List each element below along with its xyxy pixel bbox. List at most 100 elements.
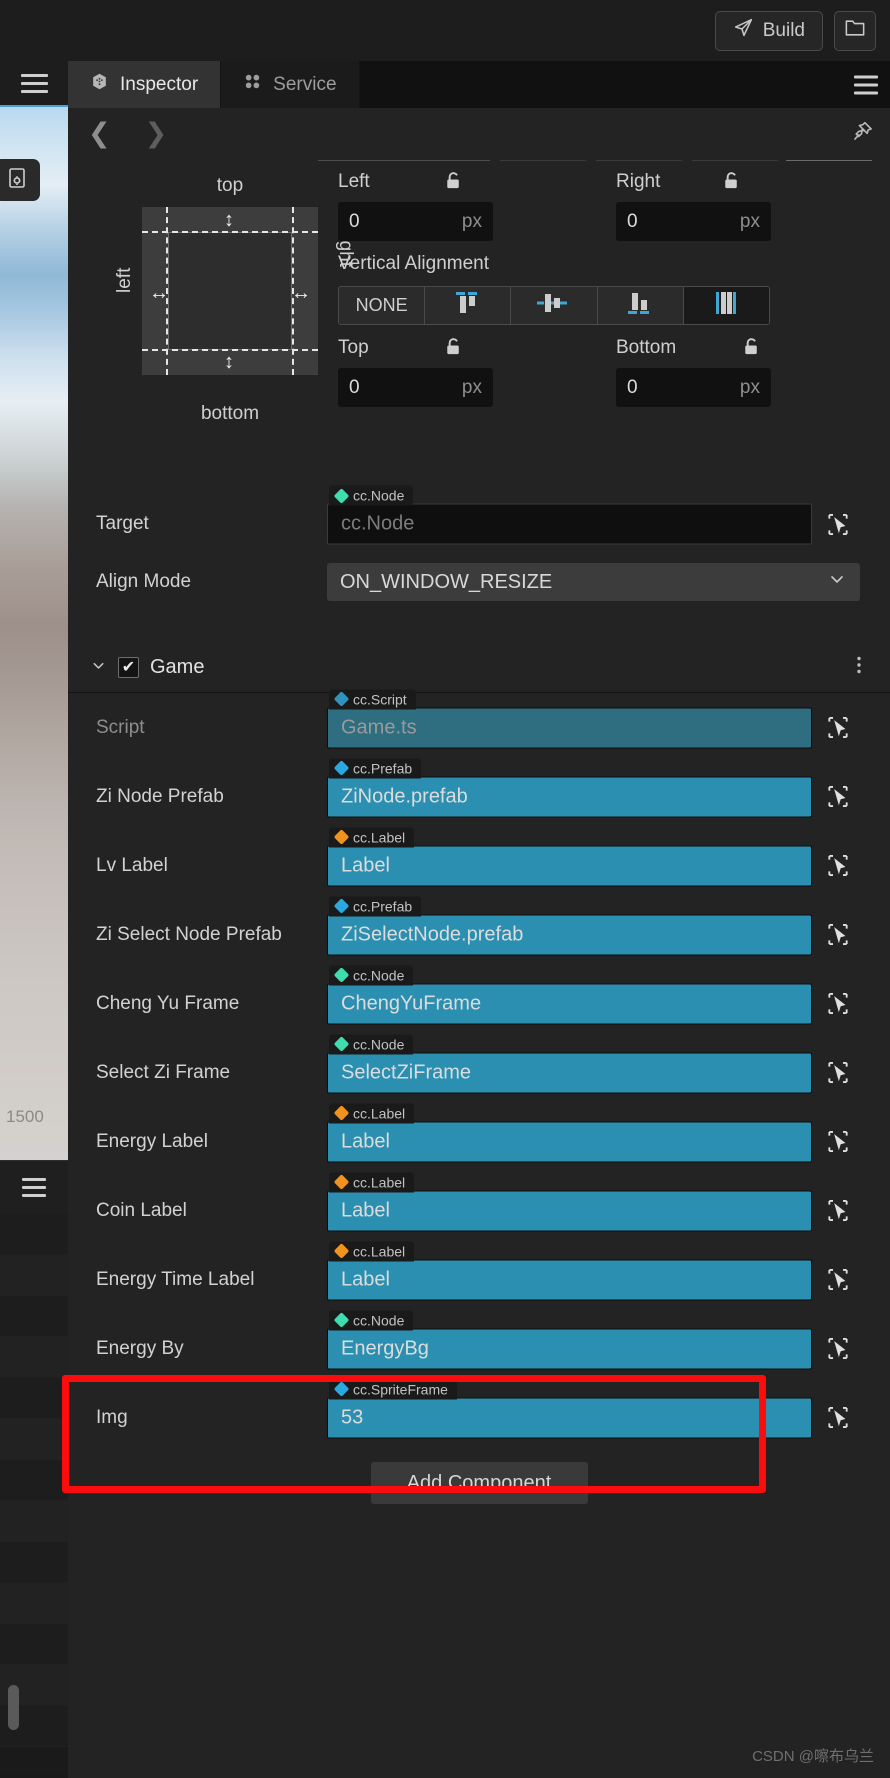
asset-type-label: cc.SpriteFrame <box>353 1381 448 1397</box>
chevron-left-icon[interactable]: ❮ <box>88 120 111 147</box>
chevron-down-icon[interactable] <box>90 657 107 679</box>
list-item[interactable] <box>0 1501 68 1542</box>
alignment-diagram: top bottom left right ↕ ↕ ↔ ↔ <box>110 175 356 425</box>
asset-reference-field[interactable]: cc.Node ChengYuFrame <box>327 965 860 1024</box>
asset-type-badge: cc.Label <box>329 1103 415 1123</box>
unlock-icon[interactable] <box>740 335 763 363</box>
asset-reference-field[interactable]: cc.SpriteFrame 53 <box>327 1379 860 1438</box>
locate-asset-button[interactable] <box>816 1328 860 1369</box>
locate-asset-button[interactable] <box>816 983 860 1024</box>
locate-asset-button[interactable] <box>816 845 860 886</box>
valign-top-button[interactable] <box>425 287 512 324</box>
chevron-right-icon[interactable]: ❯ <box>145 120 168 147</box>
left-dock-strip: 1500 <box>0 61 68 1778</box>
unlock-icon[interactable] <box>720 169 743 197</box>
chevron-down-icon <box>827 569 847 595</box>
right-input-unit: px <box>739 210 760 232</box>
locate-asset-button[interactable] <box>816 1259 860 1300</box>
left-right-row: Left 0 px Right 0 px <box>330 163 890 241</box>
left-input-unit: px <box>461 210 482 232</box>
asset-reference-field[interactable]: cc.Label Label <box>327 827 860 886</box>
build-button-label: Build <box>762 19 805 41</box>
vertical-alignment-block: Vertical Alignment NONE <box>330 241 890 329</box>
align-middle-icon <box>535 290 573 321</box>
left-input[interactable]: 0 px <box>338 202 493 241</box>
panel-menu-button[interactable] <box>854 75 878 94</box>
valign-none-button[interactable]: NONE <box>339 287 426 324</box>
list-item[interactable] <box>0 1542 68 1583</box>
valign-middle-button[interactable] <box>511 287 598 324</box>
list-item[interactable] <box>0 1214 68 1255</box>
build-button[interactable]: Build <box>714 10 823 51</box>
property-label: Zi Node Prefab <box>96 785 224 807</box>
locate-asset-button[interactable] <box>816 914 860 955</box>
property-label: Zi Select Node Prefab <box>96 923 282 945</box>
asset-value: Label <box>327 1121 812 1162</box>
align-mode-label: Align Mode <box>96 571 192 592</box>
align-bottom-icon <box>621 290 659 321</box>
list-item[interactable] <box>0 1337 68 1378</box>
tab-service-label: Service <box>273 73 337 95</box>
list-item[interactable] <box>0 1624 68 1665</box>
right-field-label: Right <box>616 171 661 192</box>
asset-type-diamond-icon <box>333 760 350 776</box>
open-folder-button[interactable] <box>834 10 876 51</box>
asset-value: Label <box>327 1259 812 1300</box>
valign-stretch-button[interactable] <box>683 287 769 324</box>
component-header-game[interactable]: ✔ Game <box>68 643 890 693</box>
asset-type-badge: cc.Node <box>329 1034 414 1054</box>
asset-reference-field[interactable]: cc.Label Label <box>327 1172 860 1231</box>
pin-icon[interactable] <box>851 120 874 148</box>
scrollbar-thumb[interactable] <box>8 1685 19 1730</box>
asset-type-label: cc.Label <box>353 829 406 845</box>
tab-service[interactable]: Service <box>221 61 360 108</box>
valign-bottom-button[interactable] <box>597 287 684 324</box>
asset-reference-field[interactable]: cc.Node SelectZiFrame <box>327 1034 860 1093</box>
property-label: Img <box>96 1406 128 1428</box>
asset-type-diamond-icon <box>333 691 350 707</box>
kebab-menu-icon[interactable] <box>856 653 862 683</box>
target-locate-button[interactable] <box>816 503 860 545</box>
node-settings-tool-button[interactable] <box>0 159 40 201</box>
list-item[interactable] <box>0 1296 68 1337</box>
asset-type-diamond-icon <box>333 1174 350 1190</box>
alignment-box[interactable]: ↕ ↕ ↔ ↔ <box>142 207 318 375</box>
list-item[interactable] <box>0 1255 68 1296</box>
unlock-icon[interactable] <box>442 335 465 363</box>
asset-reference-field[interactable]: cc.Prefab ZiSelectNode.prefab <box>327 896 860 955</box>
asset-reference-field[interactable]: cc.Node EnergyBg <box>327 1310 860 1369</box>
scene-panel-menu-button[interactable] <box>0 61 68 105</box>
right-input[interactable]: 0 px <box>616 202 771 241</box>
asset-reference-field[interactable]: cc.Script Game.ts <box>327 689 860 748</box>
tab-inspector[interactable]: Inspector <box>68 61 222 108</box>
locate-asset-button[interactable] <box>816 1121 860 1162</box>
scene-view-sliver[interactable]: 1500 <box>0 105 68 1160</box>
align-mode-value: ON_WINDOW_RESIZE <box>340 570 553 593</box>
locate-asset-button[interactable] <box>816 707 860 748</box>
asset-reference-field[interactable]: cc.Prefab ZiNode.prefab <box>327 758 860 817</box>
list-item[interactable] <box>0 1419 68 1460</box>
list-item[interactable] <box>0 1460 68 1501</box>
top-input[interactable]: 0 px <box>338 368 493 407</box>
align-mode-select[interactable]: ON_WINDOW_RESIZE <box>327 563 860 601</box>
list-item[interactable] <box>0 1583 68 1624</box>
asset-type-label: cc.Label <box>353 1243 406 1259</box>
property-row: Lv Label cc.Label Label <box>68 827 890 900</box>
locate-asset-button[interactable] <box>816 1190 860 1231</box>
unlock-icon[interactable] <box>442 169 465 197</box>
assets-panel-menu-button[interactable] <box>0 1160 68 1214</box>
asset-reference-field[interactable]: cc.Label Label <box>327 1103 860 1162</box>
target-asset-field[interactable]: cc.Node cc.Node <box>327 485 860 545</box>
component-enabled-checkbox[interactable]: ✔ <box>118 657 139 678</box>
service-icon <box>243 72 262 97</box>
locate-asset-button[interactable] <box>816 776 860 817</box>
list-item[interactable] <box>0 1378 68 1419</box>
bottom-input[interactable]: 0 px <box>616 368 771 407</box>
asset-reference-field[interactable]: cc.Label Label <box>327 1241 860 1300</box>
target-type-badge: cc.Node <box>329 485 414 506</box>
add-component-button[interactable]: Add Component <box>370 1462 588 1504</box>
locate-asset-button[interactable] <box>816 1397 860 1438</box>
target-value: cc.Node <box>327 503 812 545</box>
locate-asset-button[interactable] <box>816 1052 860 1093</box>
valign-none-label: NONE <box>355 295 408 315</box>
